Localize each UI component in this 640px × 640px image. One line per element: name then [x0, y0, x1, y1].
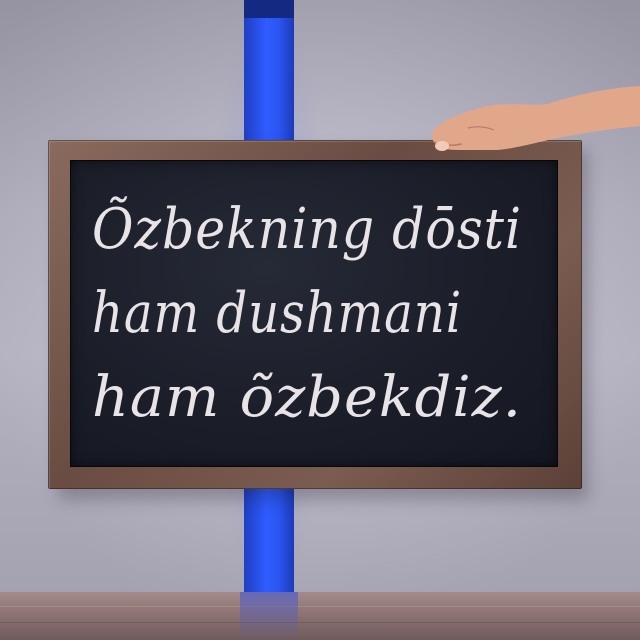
hand-icon [431, 86, 640, 151]
table-surface [0, 592, 640, 640]
table-reflection [240, 592, 298, 640]
chalk-writing: Õzbekning dōsti ham dushmani ham õzbekdi… [92, 196, 522, 430]
photo-scene: Õzbekning dōsti ham dushmani ham õzbekdi… [0, 0, 640, 640]
light-bar-cap [244, 0, 294, 18]
chalk-line-2: ham dushmani [92, 281, 462, 346]
chalkboard-surface: Õzbekning dōsti ham dushmani ham õzbekdi… [70, 160, 558, 467]
chalkboard-frame: Õzbekning dōsti ham dushmani ham õzbekdi… [48, 140, 582, 489]
chalk-line-3: ham õzbekdiz. [92, 365, 522, 430]
chalk-line-1: Õzbekning dōsti [92, 196, 522, 262]
